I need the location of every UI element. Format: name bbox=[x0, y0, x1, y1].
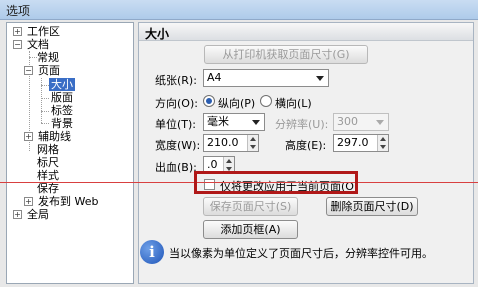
bleed-value: .0 bbox=[207, 158, 218, 171]
tree-item-page[interactable]: − 页面 bbox=[24, 64, 62, 78]
tree-item-workspace[interactable]: + 工作区 bbox=[13, 25, 62, 39]
portrait-radio[interactable] bbox=[203, 95, 215, 107]
window-title: 选项 bbox=[6, 4, 31, 18]
width-value: 210.0 bbox=[207, 136, 239, 149]
save-page-size-button[interactable]: 保存页面尺寸(S) bbox=[203, 197, 298, 216]
options-tree[interactable]: + 工作区 − 文档 常规 − 页面 大小 版面 标签 背景 + 辅助线 网格 标尺 样… bbox=[6, 22, 134, 284]
info-icon: i bbox=[140, 240, 164, 264]
tree-item-grid[interactable]: 网格 bbox=[35, 143, 61, 157]
size-settings-panel: 大小 从打印机获取页面尺寸(G) 纸张(R): A4 方向(O): 纵向(P) … bbox=[138, 22, 474, 284]
dropdown-arrow-icon bbox=[376, 120, 384, 125]
tree-connector bbox=[41, 123, 49, 124]
expand-icon[interactable]: + bbox=[13, 210, 22, 219]
tree-item-layout[interactable]: 版面 bbox=[49, 91, 75, 105]
tree-item-label[interactable]: 标签 bbox=[49, 104, 75, 118]
tree-connector bbox=[41, 111, 49, 112]
paper-value: A4 bbox=[207, 71, 222, 84]
expand-icon[interactable]: + bbox=[13, 27, 22, 36]
resolution-label: 分辨率(U): bbox=[275, 118, 329, 131]
spinner-icon[interactable] bbox=[377, 135, 388, 151]
tree-item-rulers[interactable]: 标尺 bbox=[35, 156, 61, 170]
tree-item-document[interactable]: − 文档 bbox=[13, 38, 51, 52]
resolution-select[interactable]: 300 bbox=[333, 113, 389, 131]
panel-header: 大小 bbox=[139, 23, 473, 41]
width-label: 宽度(W): bbox=[155, 139, 201, 152]
spinner-icon[interactable] bbox=[247, 135, 258, 151]
get-from-printer-button[interactable]: 从打印机获取页面尺寸(G) bbox=[204, 45, 368, 64]
tree-item-size[interactable]: 大小 bbox=[49, 78, 75, 92]
bleed-label: 出血(B): bbox=[155, 161, 197, 174]
delete-page-size-button[interactable]: 删除页面尺寸(D) bbox=[326, 197, 418, 216]
resolution-value: 300 bbox=[337, 115, 358, 128]
tree-item-styles[interactable]: 样式 bbox=[35, 169, 61, 183]
portrait-label[interactable]: 纵向(P) bbox=[218, 95, 255, 111]
info-text: 当以像素为单位定义了页面尺寸后，分辨率控件可用。 bbox=[169, 247, 433, 260]
unit-label: 单位(T): bbox=[155, 118, 197, 131]
landscape-radio[interactable] bbox=[260, 95, 272, 107]
height-value: 297.0 bbox=[337, 136, 369, 149]
orientation-label: 方向(O): bbox=[155, 97, 198, 110]
tree-item-save[interactable]: 保存 bbox=[35, 182, 61, 196]
tree-item-general[interactable]: 常规 bbox=[35, 51, 61, 65]
tree-item-guidelines[interactable]: + 辅助线 bbox=[24, 130, 73, 144]
tree-item-global[interactable]: + 全局 bbox=[13, 208, 51, 222]
height-field[interactable]: 297.0 bbox=[333, 134, 389, 152]
paper-select[interactable]: A4 bbox=[203, 69, 329, 87]
tree-connector bbox=[41, 98, 49, 99]
tree-item-publish-web[interactable]: + 发布到 Web bbox=[24, 195, 100, 209]
paper-label: 纸张(R): bbox=[155, 74, 197, 87]
tree-connector bbox=[41, 85, 49, 86]
add-page-frame-button[interactable]: 添加页框(A) bbox=[203, 220, 298, 239]
dropdown-arrow-icon bbox=[252, 120, 260, 125]
annotation-highlight-box bbox=[194, 171, 358, 194]
width-field[interactable]: 210.0 bbox=[203, 134, 259, 152]
expand-icon[interactable]: + bbox=[24, 197, 33, 206]
height-label: 高度(E): bbox=[285, 139, 327, 152]
collapse-icon[interactable]: − bbox=[13, 40, 22, 49]
unit-select[interactable]: 毫米 bbox=[203, 113, 265, 131]
expand-icon[interactable]: + bbox=[24, 132, 33, 141]
unit-value: 毫米 bbox=[207, 115, 229, 128]
title-bar: 选项 bbox=[0, 0, 478, 20]
collapse-icon[interactable]: − bbox=[24, 66, 33, 75]
dropdown-arrow-icon bbox=[316, 76, 324, 81]
landscape-label[interactable]: 横向(L) bbox=[275, 95, 312, 111]
panel-title: 大小 bbox=[145, 27, 170, 41]
tree-item-background[interactable]: 背景 bbox=[49, 117, 75, 131]
